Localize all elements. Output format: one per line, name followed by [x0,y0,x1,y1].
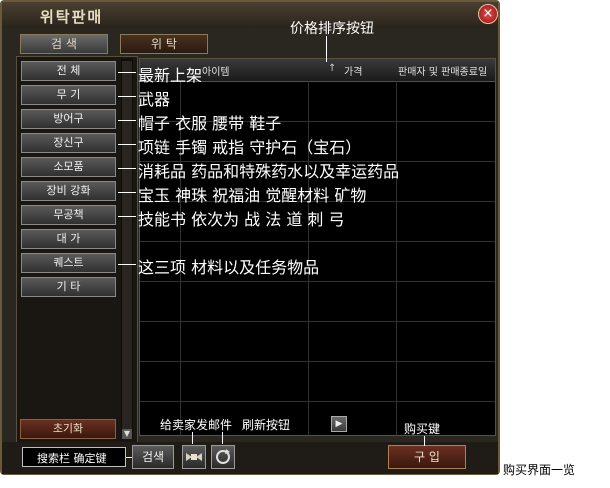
grid-line [140,281,495,282]
category-weapons[interactable]: 무 기 [21,85,116,105]
window-title: 위탁판매 [40,8,104,26]
annotation-consumables: 消耗品 药品和特殊药水以及幸运药品 [138,162,400,181]
annotation-leader [192,432,193,444]
annotation-leader [118,264,136,265]
grid-line [140,321,495,322]
title-bar[interactable]: 위탁판매 × [2,2,498,28]
category-enhancement[interactable]: 장비 강화 [21,181,116,201]
annotation-leader [118,120,136,121]
buy-button[interactable]: 구 입 [388,445,466,469]
category-all[interactable]: 전 체 [21,61,116,81]
annotation-leader [326,36,327,62]
reset-button[interactable]: 초기화 [20,419,116,439]
annotation-accessories: 项链 手镯 戒指 守护石（宝石） [138,138,362,157]
scrollbar-track[interactable] [122,61,132,433]
category-consumables[interactable]: 소모품 [21,157,116,177]
annotation-latest: 最新上架 [138,66,203,85]
refresh-icon [216,449,230,464]
column-seller: 판매자 및 판매종료일 [398,67,488,78]
annotation-skillbooks: 技能书 依次为 战 法 道 刺 弓 [138,210,345,229]
category-quest[interactable]: 퀘스트 [21,253,116,273]
scroll-down-icon[interactable]: ▼ [122,429,132,439]
close-icon[interactable]: × [478,4,498,24]
annotation-leader [222,432,223,444]
category-scrollbar[interactable]: ▼ [121,59,133,439]
category-armor[interactable]: 방어구 [21,109,116,129]
refresh-annotation: 刷新按钮 [242,418,291,432]
mail-seller-annotation: 给卖家发邮件 [160,418,233,432]
consignment-window: 위탁판매 × 검 색 위 탁 전 체 무 기 방어구 장신구 소모품 장비 강화… [0,0,500,475]
grid-line [140,401,495,402]
annotation-enhancement: 宝玉 神珠 祝福油 觉醒材料 矿物 [138,186,367,205]
annotation-weapons: 武器 [138,90,171,109]
screen-caption: 购买界面一览 [503,463,576,477]
annotation-leader [118,216,136,217]
next-page-button[interactable]: ▶ [331,416,347,432]
category-price[interactable]: 대 가 [21,229,116,249]
grid-line [396,81,397,435]
mail-seller-button[interactable] [182,445,206,469]
annotation-leader [424,436,425,446]
grid-line [140,241,495,242]
annotation-materials: 这三项 材料以及任务物品 [138,258,320,277]
category-skillbooks[interactable]: 무공책 [21,205,116,225]
annotation-armor: 帽子 衣服 腰带 鞋子 [138,114,282,133]
grid-line [140,361,495,362]
category-panel: 전 체 무 기 방어구 장신구 소모품 장비 강화 무공책 대 가 퀘스트 기 … [16,56,138,444]
mail-wings-icon [186,453,202,461]
tab-consign[interactable]: 위 탁 [120,34,208,54]
tab-search[interactable]: 검 색 [20,34,108,54]
annotation-leader [118,168,136,169]
search-input[interactable]: 搜索栏 确定键 [22,447,126,467]
annotation-leader [118,192,136,193]
annotation-leader [118,96,136,97]
annotation-leader [118,144,136,145]
refresh-button[interactable] [211,445,235,469]
column-item: 아이템 [202,67,230,78]
search-bar-annotation: 搜索栏 确定键 [37,452,107,465]
search-button[interactable]: 검색 [132,445,174,469]
category-accessories[interactable]: 장신구 [21,133,116,153]
sort-arrow-icon[interactable]: ↑ [328,63,336,74]
annotation-leader [118,72,136,73]
column-price[interactable]: 가격 [344,63,362,78]
category-other[interactable]: 기 타 [21,277,116,297]
buy-key-annotation: 购买键 [404,422,441,436]
sort-button-annotation: 价格排序按钮 [290,21,374,37]
